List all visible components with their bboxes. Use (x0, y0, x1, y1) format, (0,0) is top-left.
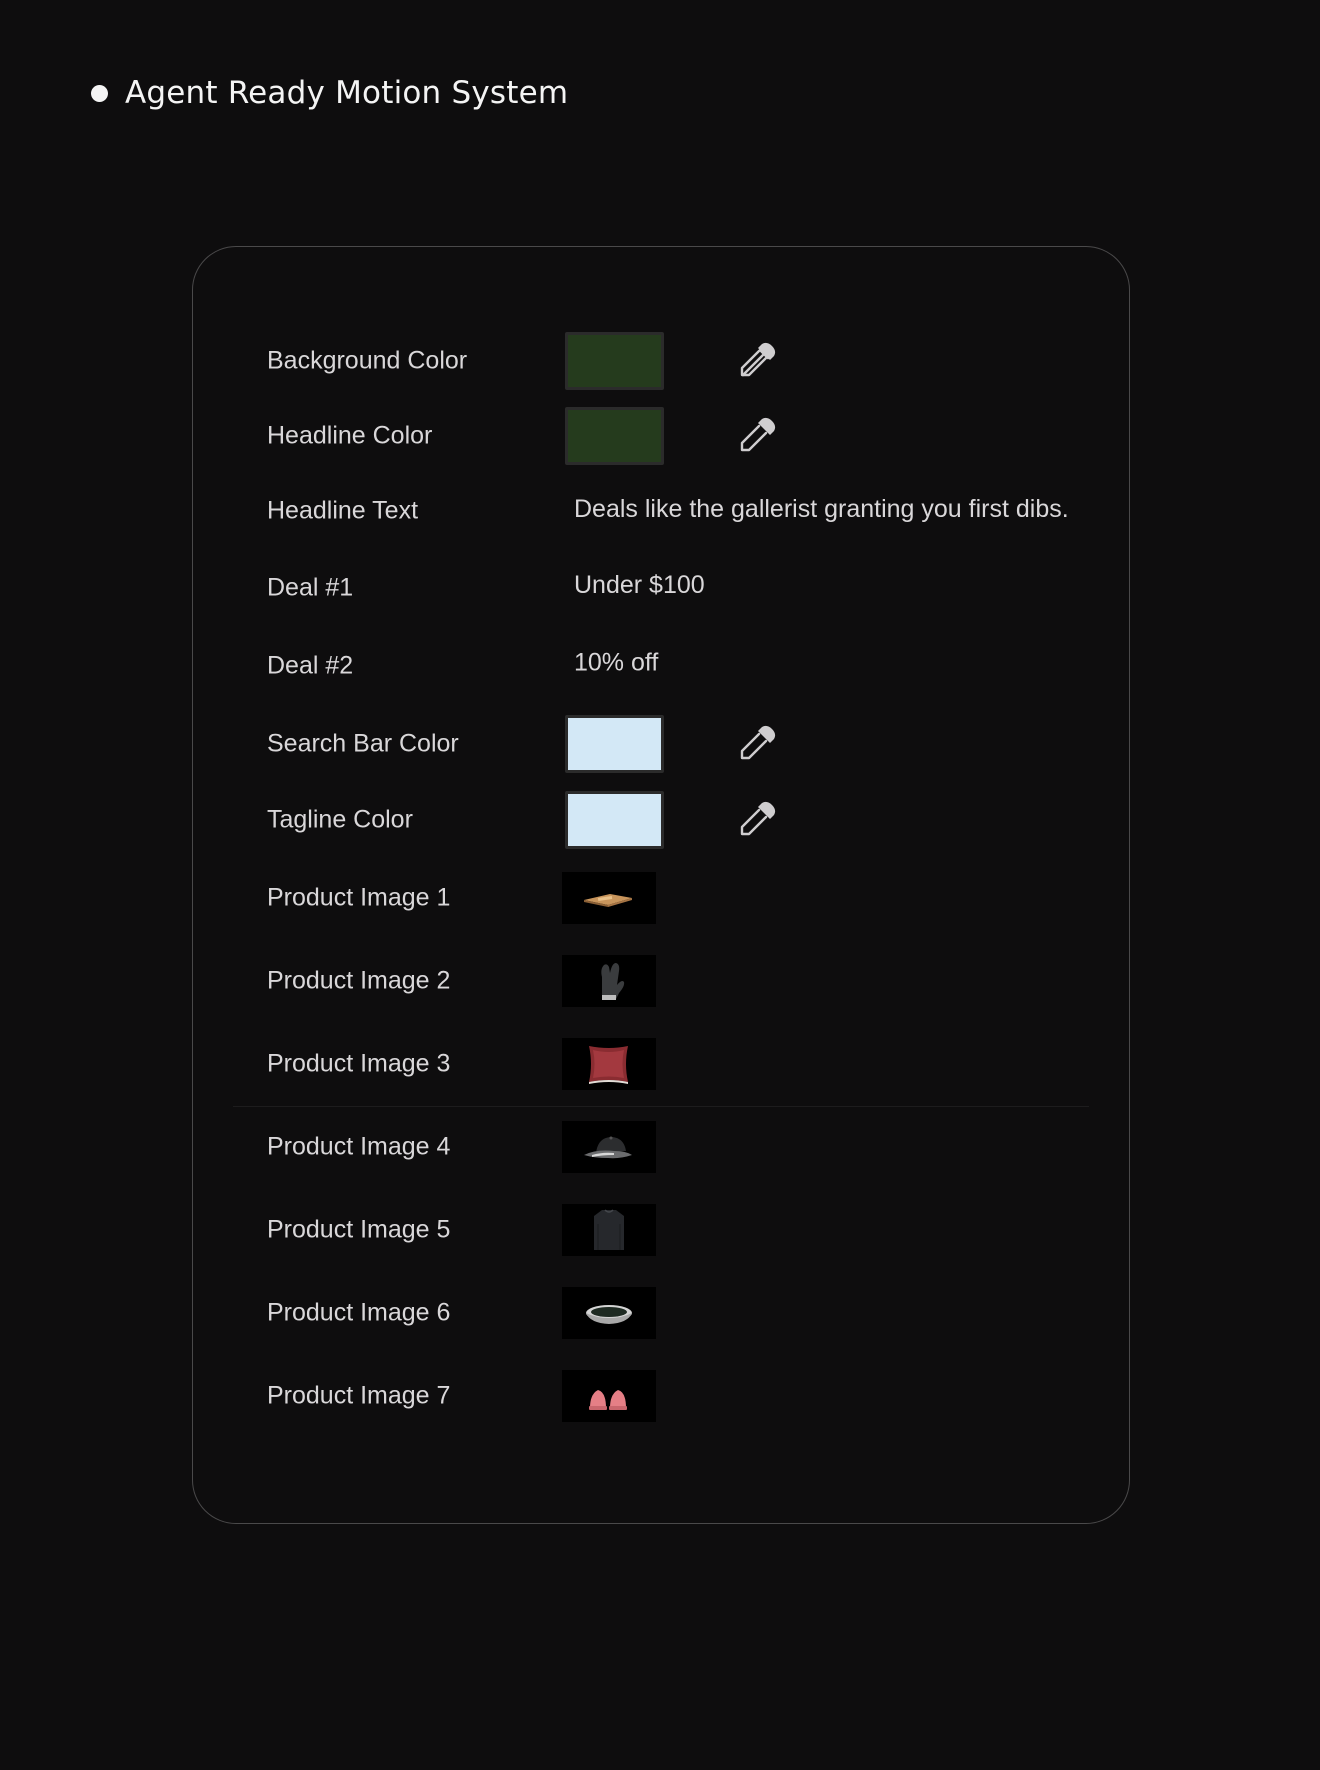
headline-color-swatch[interactable] (565, 407, 664, 465)
sweater-thumbnail[interactable] (562, 1204, 656, 1256)
deal-1-label: Deal #1 (267, 573, 354, 602)
search-bar-color-label: Search Bar Color (267, 729, 459, 758)
bullet-dot-icon (91, 84, 108, 102)
eyedropper-icon[interactable] (737, 416, 777, 456)
product-image-2-label: Product Image 2 (267, 966, 451, 995)
headline-text-value[interactable]: Deals like the gallerist granting you fi… (574, 495, 1069, 524)
product-image-3-label: Product Image 3 (267, 1049, 451, 1078)
pillow-thumbnail[interactable] (562, 1038, 656, 1090)
page-title: Agent Ready Motion System (125, 75, 569, 111)
cutting-board-thumbnail[interactable] (562, 872, 656, 924)
search-bar-color-swatch[interactable] (565, 715, 664, 773)
page-heading: Agent Ready Motion System (91, 70, 568, 116)
properties-panel: Background Color Headline Color Headline… (192, 246, 1130, 1524)
bowl-thumbnail[interactable] (562, 1287, 656, 1339)
eyedropper-icon[interactable] (737, 341, 777, 381)
deal-2-label: Deal #2 (267, 651, 354, 680)
product-image-5-label: Product Image 5 (267, 1215, 451, 1244)
oven-mitt-thumbnail[interactable] (562, 955, 656, 1007)
product-image-7-label: Product Image 7 (267, 1381, 451, 1410)
deal-1-value[interactable]: Under $100 (574, 571, 705, 600)
tagline-color-swatch[interactable] (565, 791, 664, 849)
slippers-thumbnail[interactable] (562, 1370, 656, 1422)
product-image-4-label: Product Image 4 (267, 1132, 451, 1161)
headline-color-label: Headline Color (267, 421, 433, 450)
tagline-color-label: Tagline Color (267, 805, 413, 834)
eyedropper-icon[interactable] (737, 800, 777, 840)
product-image-6-label: Product Image 6 (267, 1298, 451, 1327)
product-image-1-label: Product Image 1 (267, 883, 451, 912)
background-color-swatch[interactable] (565, 332, 664, 390)
headline-text-label: Headline Text (267, 496, 419, 525)
deal-2-value[interactable]: 10% off (574, 649, 658, 678)
section-divider (233, 1106, 1089, 1107)
cap-thumbnail[interactable] (562, 1121, 656, 1173)
background-color-label: Background Color (267, 346, 468, 375)
eyedropper-icon[interactable] (737, 724, 777, 764)
